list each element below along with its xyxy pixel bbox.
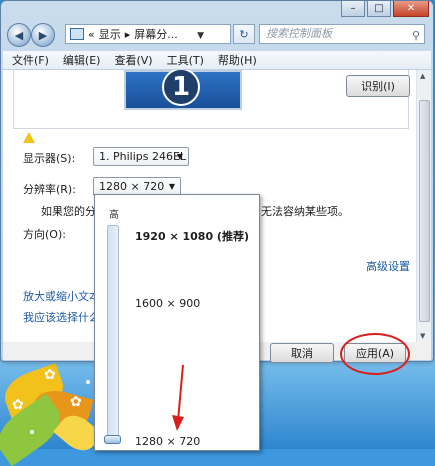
warning-text-tail: 无法容纳某些项。 <box>261 205 349 218</box>
window-controls: – □ ✕ <box>341 1 429 17</box>
scrollbar-thumb[interactable] <box>419 100 430 322</box>
minimize-button[interactable]: – <box>341 1 365 17</box>
resolution-option[interactable]: 1600 × 900 <box>135 297 200 310</box>
forward-button[interactable]: ▶ <box>31 23 55 47</box>
identify-button[interactable]: 识别(I) <box>346 75 410 97</box>
slider-high-label: 高 <box>109 210 119 221</box>
back-button[interactable]: ◀ <box>7 23 31 47</box>
desktop-dot <box>86 380 90 384</box>
monitor-number: 1 <box>162 70 200 106</box>
desktop-flower: ✿ <box>44 367 56 383</box>
maximize-icon: □ <box>374 3 384 14</box>
refresh-icon: ↻ <box>239 27 249 41</box>
breadcrumb-resolution[interactable]: 屏幕分... <box>134 26 178 42</box>
navigation-bar: ◀ ▶ « 显示 ▸ 屏幕分... ▼ ↻ 搜索控制面板 ⚲ <box>1 21 433 51</box>
cancel-button[interactable]: 取消 <box>270 343 334 363</box>
resolution-slider-track[interactable] <box>107 225 119 441</box>
advanced-settings-link[interactable]: 高级设置 <box>366 258 410 274</box>
close-icon: ✕ <box>406 3 416 14</box>
desktop-flower: ✿ <box>12 397 24 413</box>
menu-edit[interactable]: 编辑(E) <box>63 52 101 68</box>
refresh-button[interactable]: ↻ <box>233 24 255 44</box>
control-panel-icon <box>70 28 84 40</box>
desktop-flower: ✿ <box>70 394 82 410</box>
display-label: 显示器(S): <box>23 152 76 165</box>
close-button[interactable]: ✕ <box>393 1 429 17</box>
menu-view[interactable]: 查看(V) <box>114 52 152 68</box>
orientation-label: 方向(O): <box>23 228 66 241</box>
address-overflow[interactable]: « <box>88 28 95 41</box>
minimize-icon: – <box>350 3 356 14</box>
apply-button[interactable]: 应用(A) <box>344 343 406 363</box>
search-icon[interactable]: ⚲ <box>412 27 420 45</box>
scrollbar[interactable]: ▲ ▼ <box>416 70 431 342</box>
scroll-up-icon[interactable]: ▲ <box>420 72 425 80</box>
red-arrow-icon <box>172 364 184 431</box>
display-preview: 1 识别(I) <box>13 70 410 129</box>
enlarge-text-link[interactable]: 放大或缩小文本 <box>23 288 100 304</box>
monitor-icon[interactable]: 1 <box>124 70 242 110</box>
search-input[interactable]: 搜索控制面板 ⚲ <box>259 24 425 44</box>
search-placeholder: 搜索控制面板 <box>266 27 332 40</box>
resolution-label: 分辨率(R): <box>23 183 76 196</box>
resolution-select-value: 1280 × 720 <box>99 180 165 193</box>
scroll-down-icon[interactable]: ▼ <box>420 332 425 340</box>
menu-tools[interactable]: 工具(T) <box>167 52 204 68</box>
warning-icon <box>23 132 35 143</box>
address-bar[interactable]: « 显示 ▸ 屏幕分... ▼ <box>65 24 231 44</box>
resolution-option[interactable]: 1920 × 1080 (推荐) <box>135 228 249 244</box>
menu-help[interactable]: 帮助(H) <box>218 52 257 68</box>
breadcrumb-separator-icon[interactable]: ▸ <box>125 28 131 41</box>
resolution-slider-thumb[interactable] <box>104 435 121 444</box>
back-arrow-icon: ◀ <box>14 28 24 42</box>
breadcrumb-display[interactable]: 显示 <box>99 26 121 42</box>
menu-file[interactable]: 文件(F) <box>12 52 49 68</box>
resolution-option[interactable]: 1280 × 720 <box>135 435 200 448</box>
desktop-dot <box>30 430 34 434</box>
resolution-dropdown: 高 1920 × 1080 (推荐) 1600 × 900 1280 × 720 <box>94 194 260 451</box>
display-select-value: 1. Philips 246EL <box>99 150 187 163</box>
address-dropdown-icon[interactable]: ▼ <box>197 31 204 41</box>
which-settings-link[interactable]: 我应该选择什么 <box>23 309 100 325</box>
forward-arrow-icon: ▶ <box>38 28 48 42</box>
menu-bar: 文件(F) 编辑(E) 查看(V) 工具(T) 帮助(H) <box>3 51 431 70</box>
display-select[interactable]: 1. Philips 246EL ▼ <box>93 147 189 166</box>
chevron-down-icon: ▼ <box>168 182 175 191</box>
maximize-button[interactable]: □ <box>367 1 391 17</box>
chevron-down-icon: ▼ <box>176 152 183 161</box>
warning-text: 如果您的分 <box>41 205 96 218</box>
